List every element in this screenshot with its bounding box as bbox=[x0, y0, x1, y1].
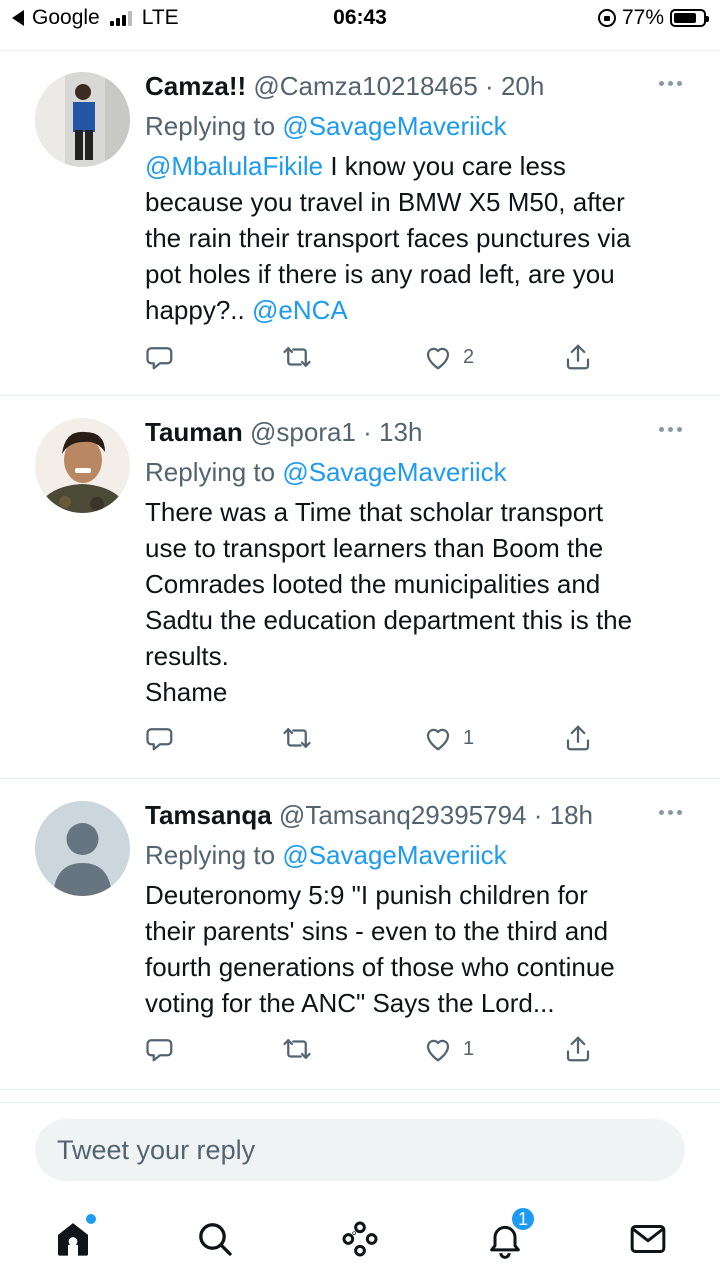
replying-to: Replying to @SavageMaveriick bbox=[145, 110, 690, 142]
nav-notifications[interactable]: 1 bbox=[480, 1206, 536, 1264]
replying-mention[interactable]: @SavageMaveriick bbox=[282, 840, 506, 870]
nav-spaces[interactable] bbox=[335, 1214, 385, 1264]
tweet-time[interactable]: 13h bbox=[379, 417, 422, 447]
bottom-nav: 1 bbox=[0, 1200, 720, 1280]
reply-icon bbox=[146, 1039, 173, 1062]
status-right: 77% bbox=[597, 6, 709, 30]
share-button[interactable] bbox=[563, 342, 593, 372]
tweet-actions: 1 bbox=[145, 1034, 605, 1070]
display-name[interactable]: Tauman bbox=[145, 417, 243, 447]
tweet-actions: 1 bbox=[145, 723, 605, 759]
replying-label: Replying to bbox=[145, 457, 276, 487]
reply-icon bbox=[146, 347, 173, 370]
tweet-header: Tauman @spora1 · 13h bbox=[145, 416, 690, 448]
nav-search[interactable] bbox=[190, 1214, 240, 1264]
reply-button[interactable] bbox=[145, 342, 175, 372]
replying-to: Replying to @SavageMaveriick bbox=[145, 839, 690, 871]
display-name[interactable]: Tamsanqa bbox=[145, 800, 272, 830]
replying-label: Replying to bbox=[145, 840, 276, 870]
reply-divider bbox=[0, 1102, 720, 1103]
share-button[interactable] bbox=[563, 723, 593, 753]
messages-icon bbox=[630, 1225, 666, 1253]
replying-label: Replying to bbox=[145, 111, 276, 141]
separator-dot: · bbox=[533, 800, 543, 830]
tweet-text: There was a Time that scholar transport … bbox=[145, 497, 633, 707]
avatar[interactable] bbox=[35, 418, 130, 513]
reply-box[interactable] bbox=[35, 1119, 685, 1181]
retweet-button[interactable] bbox=[282, 723, 312, 753]
heart-icon bbox=[426, 1039, 450, 1062]
mention-link[interactable]: @eNCA bbox=[252, 295, 348, 325]
avatar[interactable] bbox=[35, 801, 130, 896]
user-handle[interactable]: @spora1 bbox=[250, 417, 356, 447]
more-options-icon[interactable] bbox=[659, 427, 682, 432]
retweet-icon bbox=[283, 728, 311, 748]
replying-mention[interactable]: @SavageMaveriick bbox=[282, 457, 506, 487]
display-name[interactable]: Camza!! bbox=[145, 71, 246, 101]
share-icon bbox=[566, 344, 590, 370]
nav-messages[interactable] bbox=[623, 1214, 673, 1264]
like-button[interactable]: 1 bbox=[423, 1034, 474, 1064]
notification-badge: 1 bbox=[510, 1206, 536, 1232]
share-icon bbox=[566, 725, 590, 751]
replying-to: Replying to @SavageMaveriick bbox=[145, 456, 690, 488]
like-count: 1 bbox=[463, 726, 475, 749]
nav-home[interactable] bbox=[48, 1214, 98, 1264]
tweet-text: Deuteronomy 5:9 "I punish children for t… bbox=[145, 880, 615, 1018]
battery-percent: 77% bbox=[621, 6, 664, 29]
search-icon bbox=[199, 1223, 232, 1256]
tweet-header: Tamsanqa @Tamsanq29395794 · 18h bbox=[145, 799, 690, 831]
reply-icon bbox=[146, 728, 173, 751]
battery-icon bbox=[670, 9, 709, 27]
separator-dot: · bbox=[363, 417, 372, 447]
tweet-time[interactable]: 20h bbox=[501, 71, 544, 101]
like-button[interactable]: 1 bbox=[423, 723, 474, 753]
like-button[interactable]: 2 bbox=[423, 342, 474, 372]
tweet[interactable]: Tauman @spora1 · 13h Replying to @Savage… bbox=[0, 396, 720, 778]
status-bar: Google LTE 06:43 77% bbox=[0, 0, 720, 38]
user-handle[interactable]: @Camza10218465 bbox=[253, 71, 477, 101]
tweet-text: @MbalulaFikile I know you care less beca… bbox=[145, 148, 690, 328]
retweet-button[interactable] bbox=[282, 1034, 312, 1064]
tweet[interactable]: Tamsanqa @Tamsanq29395794 · 18h Replying… bbox=[0, 779, 720, 1089]
mention-link[interactable]: @MbalulaFikile bbox=[145, 151, 323, 181]
heart-icon bbox=[426, 728, 450, 751]
tweet-header: Camza!! @Camza10218465 · 20h bbox=[145, 70, 690, 102]
more-options-icon[interactable] bbox=[659, 81, 682, 86]
replying-mention[interactable]: @SavageMaveriick bbox=[282, 111, 506, 141]
avatar[interactable] bbox=[35, 72, 130, 167]
separator-dot: · bbox=[485, 71, 494, 101]
home-icon bbox=[58, 1223, 88, 1256]
share-icon bbox=[566, 1036, 590, 1062]
spaces-icon bbox=[342, 1221, 378, 1257]
reply-button[interactable] bbox=[145, 1034, 175, 1064]
tweet-actions: 2 bbox=[145, 342, 605, 378]
share-button[interactable] bbox=[563, 1034, 593, 1064]
tweet-time[interactable]: 18h bbox=[550, 800, 593, 830]
more-options-icon[interactable] bbox=[659, 810, 682, 815]
reply-input[interactable] bbox=[57, 1134, 685, 1166]
orientation-lock-icon bbox=[597, 9, 616, 27]
user-handle[interactable]: @Tamsanq29395794 bbox=[279, 800, 527, 830]
like-count: 2 bbox=[463, 345, 475, 368]
tweet-divider bbox=[0, 1089, 720, 1090]
new-content-dot bbox=[86, 1214, 96, 1224]
like-count: 1 bbox=[463, 1037, 475, 1060]
tweet[interactable]: Camza!! @Camza10218465 · 20h Replying to… bbox=[0, 50, 720, 395]
heart-icon bbox=[426, 347, 450, 370]
retweet-icon bbox=[283, 1039, 311, 1059]
retweet-icon bbox=[283, 347, 311, 367]
retweet-button[interactable] bbox=[282, 342, 312, 372]
reply-button[interactable] bbox=[145, 723, 175, 753]
